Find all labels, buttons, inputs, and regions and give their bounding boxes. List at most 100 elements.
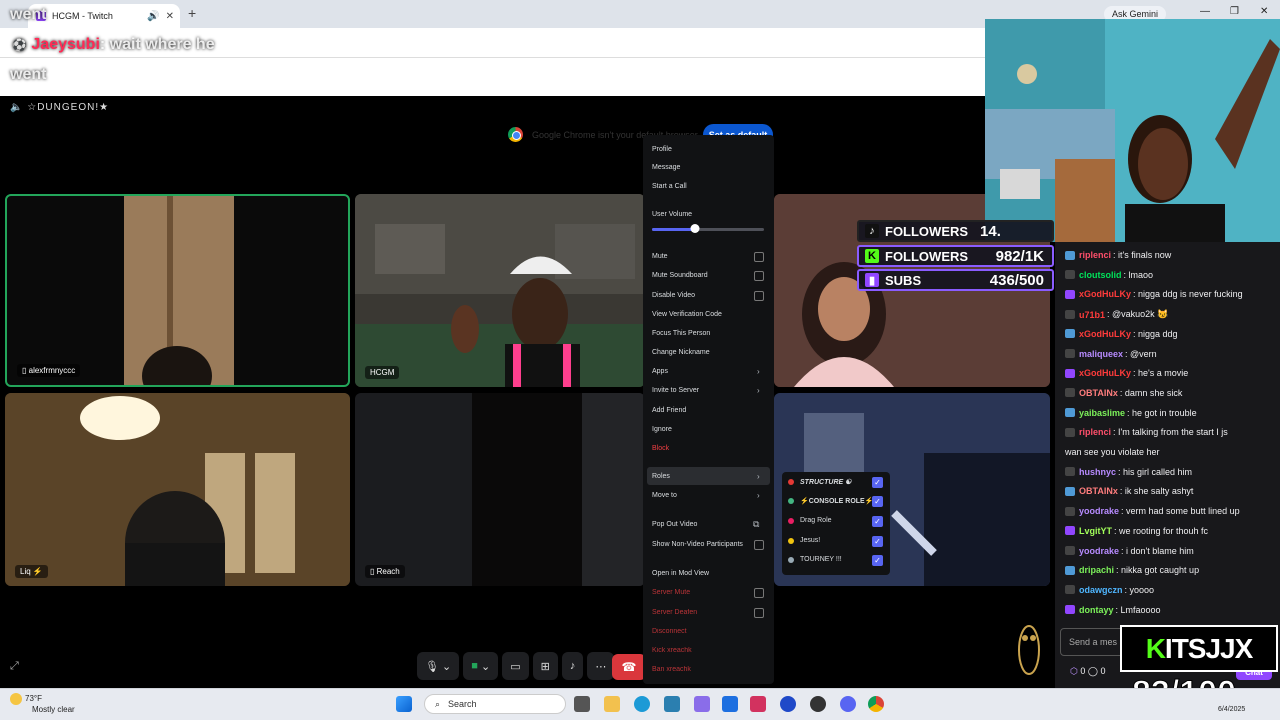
menu-open-mod-view[interactable]: Open in Mod View [652,570,709,577]
close-tab-icon[interactable]: ✕ [166,11,174,22]
disable-video-checkbox[interactable] [754,291,764,301]
chat-username[interactable]: yoodrake [1079,506,1119,516]
menu-server-deafen[interactable]: Server Deafen [652,609,697,616]
menu-start-call[interactable]: Start a Call [652,183,687,190]
chat-username[interactable]: yaibaslime [1079,408,1125,418]
menu-apps[interactable]: Apps [652,368,668,375]
role-item[interactable]: STRUCTURE ☯ [788,478,851,486]
app-icon[interactable] [750,696,766,712]
role-item[interactable]: TOURNEY !!! [788,556,842,563]
user-volume-slider[interactable] [652,224,764,233]
role-checkbox[interactable]: ✓ [872,536,883,547]
chrome-icon[interactable] [868,696,884,712]
maximize-icon[interactable]: ❐ [1230,6,1239,17]
menu-show-non-video[interactable]: Show Non-Video Participants [652,541,743,548]
chat-username[interactable]: xGodHuLKy [1079,368,1131,378]
browser-tab[interactable]: HCGM - Twitch 🔊 ✕ [28,4,180,28]
edge-icon[interactable] [634,696,650,712]
menu-ignore[interactable]: Ignore [652,426,672,433]
mute-soundboard-checkbox[interactable] [754,271,764,281]
taskbar-search[interactable]: ⌕ Search [424,694,566,714]
channel-points[interactable]: ⬡ 0 ◯ 0 [1070,666,1106,677]
menu-invite-server[interactable]: Invite to Server [652,387,699,394]
camera-button[interactable]: ■ ⌄ [463,652,499,680]
menu-ban[interactable]: Ban xreachk [652,666,691,673]
menu-add-friend[interactable]: Add Friend [652,407,686,414]
chevron-down-icon[interactable]: ⌄ [442,660,451,673]
menu-pop-out[interactable]: Pop Out Video [652,521,697,528]
disconnect-button[interactable]: ☎ [612,654,646,680]
more-button[interactable]: ⋯ [587,652,615,680]
file-explorer-icon[interactable] [604,696,620,712]
app-icon[interactable] [810,696,826,712]
soundboard-button[interactable]: ♪ [561,652,584,680]
twitch-icon: ▮ [865,273,879,287]
discord-icon[interactable] [840,696,856,712]
app-icon[interactable] [664,696,680,712]
popout-icon[interactable]: ⤢ [10,660,19,673]
video-tile-liq[interactable]: Liq ⚡ [5,393,350,586]
chat-username[interactable]: xGodHuLKy [1079,329,1131,339]
store-icon[interactable] [722,696,738,712]
video-tile-hcgm[interactable]: HCGM [355,194,645,387]
chat-username[interactable]: maliqueex [1079,349,1123,359]
close-window-icon[interactable]: ✕ [1260,6,1268,17]
menu-block[interactable]: Block [652,445,669,452]
video-tile-reach[interactable]: ▯ Reach [355,393,645,586]
menu-disconnect[interactable]: Disconnect [652,628,687,635]
menu-mute[interactable]: Mute [652,253,668,260]
minimize-icon[interactable]: — [1200,6,1210,17]
menu-move-to[interactable]: Move to [652,492,677,499]
chat-username[interactable]: odawgczn [1079,585,1123,595]
menu-view-verification[interactable]: View Verification Code [652,311,722,318]
task-view-icon[interactable] [574,696,590,712]
chat-username[interactable]: xGodHuLKy [1079,289,1131,299]
role-checkbox[interactable]: ✓ [872,477,883,488]
menu-kick[interactable]: Kick xreachk [652,647,692,654]
role-item[interactable]: Drag Role [788,517,832,524]
windows-start-icon[interactable] [396,696,412,712]
role-checkbox[interactable]: ✓ [872,555,883,566]
show-non-video-checkbox[interactable] [754,540,764,550]
role-checkbox[interactable]: ✓ [872,496,883,507]
menu-focus-person[interactable]: Focus This Person [652,330,710,337]
chat-username[interactable]: yoodrake [1079,546,1119,556]
share-screen-button[interactable]: ▭ [502,652,529,680]
menu-message[interactable]: Message [652,164,680,171]
video-tile-alexfrmnyccc[interactable]: ▯ alexfrmnyccc [5,194,350,387]
role-item[interactable]: Jesus! [788,537,820,544]
ea-icon[interactable] [780,696,796,712]
speaker-icon[interactable]: 🔊 [147,11,159,22]
menu-change-nickname[interactable]: Change Nickname [652,349,710,356]
menu-disable-video[interactable]: Disable Video [652,292,695,299]
activities-button[interactable]: ⊞ [532,652,558,680]
chat-username[interactable]: dontayy [1079,605,1114,615]
chat-username[interactable]: riplenci [1079,427,1111,437]
menu-mute-soundboard[interactable]: Mute Soundboard [652,272,708,279]
grid-icon: ⊞ [540,660,550,673]
chat-username[interactable]: riplenci [1079,250,1111,260]
new-tab-button[interactable]: + [188,5,196,21]
chat-username[interactable]: cloutsolid [1079,270,1122,280]
chat-username[interactable]: dripachi [1079,565,1114,575]
tab-title: HCGM - Twitch [52,11,113,21]
chat-username[interactable]: u71b1 [1079,310,1105,320]
tile-label: ▯ Reach [365,565,405,578]
chat-username[interactable]: OBTAINx [1079,486,1118,496]
chat-username[interactable]: LvgitYT [1079,526,1112,536]
role-checkbox[interactable]: ✓ [872,516,883,527]
slider-knob[interactable] [690,224,700,233]
app-icon[interactable] [694,696,710,712]
microphone-button[interactable]: 🎙 ⌄ [417,652,460,680]
menu-roles[interactable]: Roles [652,473,670,480]
server-deafen-checkbox[interactable] [754,608,764,618]
menu-profile[interactable]: Profile [652,146,672,153]
chevron-down-icon[interactable]: ⌄ [481,660,490,673]
chat-username[interactable]: OBTAINx [1079,388,1118,398]
role-item[interactable]: ⚡CONSOLE ROLE⚡ [788,497,873,505]
menu-server-mute[interactable]: Server Mute [652,589,690,596]
server-mute-checkbox[interactable] [754,588,764,598]
chat-username[interactable]: hushnyc [1079,467,1116,477]
weather-widget[interactable]: 73°F Mostly clear [10,693,75,715]
mute-checkbox[interactable] [754,252,764,262]
